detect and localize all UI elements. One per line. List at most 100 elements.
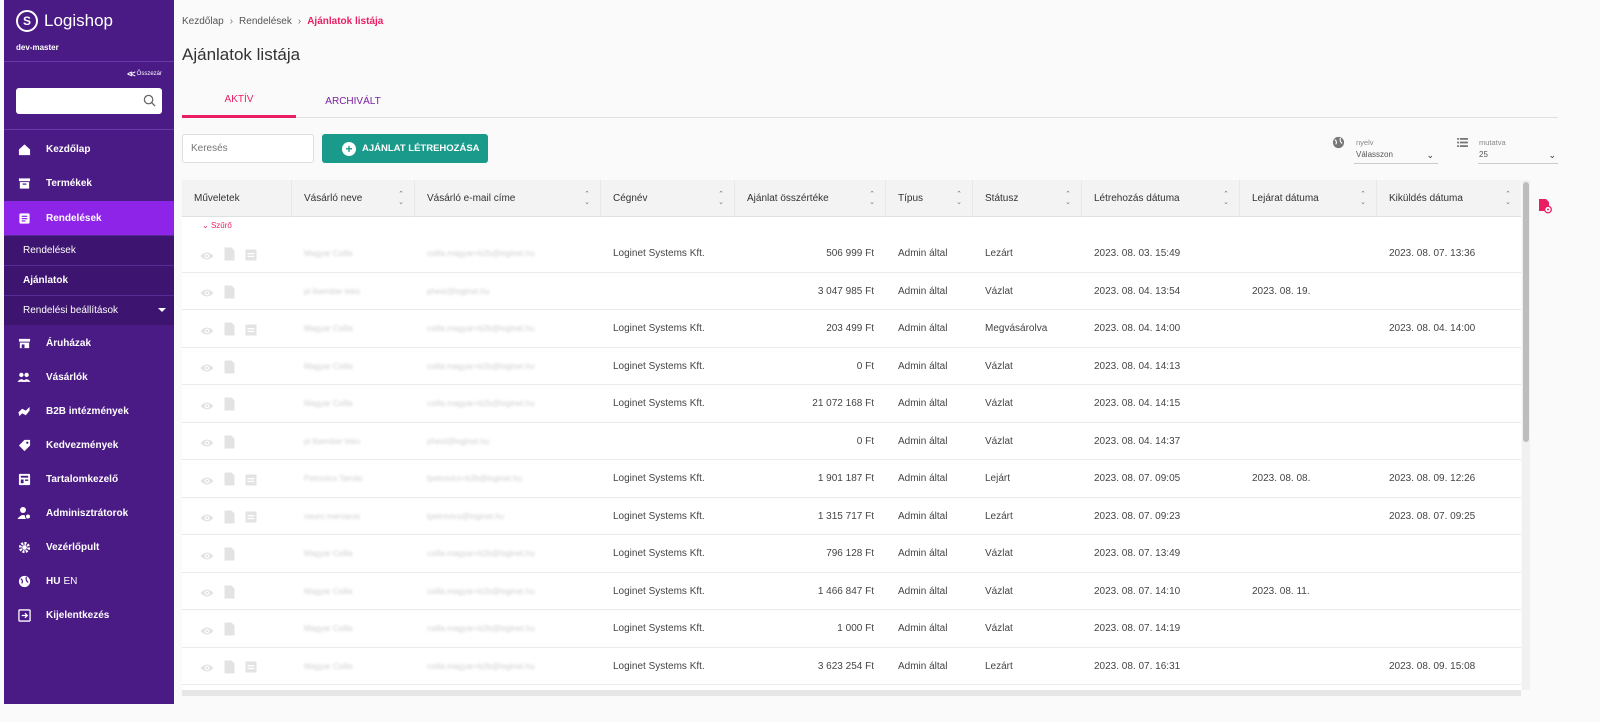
filter-toggle[interactable]: ⌄ Szűrő xyxy=(182,217,1521,235)
filter-label[interactable]: ⌄ Szűrő xyxy=(202,221,232,230)
sidebar-item-stores[interactable]: Áruházak xyxy=(4,326,174,360)
search-input[interactable] xyxy=(182,134,314,163)
language-hu[interactable]: HU xyxy=(46,576,60,587)
sort-icon[interactable]: ⌃ ⌄ xyxy=(398,191,404,207)
sidebar-item-customers[interactable]: Vásárlók xyxy=(4,360,174,394)
sort-icon[interactable]: ⌃ ⌄ xyxy=(1065,191,1071,207)
per-page-select[interactable]: mutatva 25 ⌄ xyxy=(1456,136,1558,164)
cell-status: Vázlat xyxy=(985,548,1013,559)
create-offer-button[interactable]: + AJÁNLAT LÉTREHOZÁSA xyxy=(322,134,488,163)
cell-name: pl llsember teko xyxy=(304,436,361,446)
view-icon[interactable] xyxy=(200,473,214,491)
collapse-button[interactable]: << Összezár xyxy=(127,69,162,79)
column-header-customer-email[interactable]: Vásárló e-mail címe ⌃ ⌄ xyxy=(415,180,601,217)
view-icon[interactable] xyxy=(200,548,214,566)
document-icon[interactable] xyxy=(224,472,235,491)
sidebar-item-b2b[interactable]: B2B intézmények xyxy=(4,394,174,428)
sidebar-item-discounts[interactable]: Kedvezmények xyxy=(4,428,174,462)
view-icon[interactable] xyxy=(200,660,214,678)
breadcrumb-home[interactable]: Kezdőlap xyxy=(182,16,224,27)
column-header-created[interactable]: Létrehozás dátuma ⌃ ⌄ xyxy=(1082,180,1240,217)
document-icon[interactable] xyxy=(224,322,235,341)
view-icon[interactable] xyxy=(200,585,214,603)
table-row[interactable]: Magyar Csilla csilla.magyar+b2b@loginet.h… xyxy=(182,572,1521,610)
table-row[interactable]: Magyar Csilla csilla.magyar+b2b@loginet.h… xyxy=(182,235,1521,273)
brand[interactable]: S Logishop xyxy=(16,10,113,32)
sidebar-search-input[interactable] xyxy=(16,88,162,114)
sidebar-item-logout[interactable]: Kijelentkezés xyxy=(4,598,174,632)
column-header-company[interactable]: Cégnév ⌃ ⌄ xyxy=(601,180,735,217)
table-row[interactable]: Petrovics Tamás tpetrovics+b2b@loginet.hu… xyxy=(182,460,1521,498)
document-icon[interactable] xyxy=(224,247,235,266)
vertical-scrollbar[interactable] xyxy=(1522,180,1530,690)
table-row[interactable]: pl llsember teko phest@loginet.hu 3 047 98… xyxy=(182,272,1521,310)
document-icon[interactable] xyxy=(224,660,235,679)
sort-icon[interactable]: ⌃ ⌄ xyxy=(956,191,962,207)
document-icon[interactable] xyxy=(224,585,235,604)
cell-created: 2023. 08. 03. 15:49 xyxy=(1094,248,1181,259)
document-settings-icon[interactable] xyxy=(1538,198,1552,219)
document-icon[interactable] xyxy=(224,285,235,304)
table-row[interactable]: Magyar Csilla csilla.magyar+b2b@loginet.h… xyxy=(182,647,1521,685)
tab-archived[interactable]: ARCHIVÁLT xyxy=(296,84,410,118)
breadcrumb-parent[interactable]: Rendelések xyxy=(239,16,292,27)
sidebar-item-dashboard[interactable]: Vezérlőpult xyxy=(4,530,174,564)
view-icon[interactable] xyxy=(200,510,214,528)
cell-status: Vázlat xyxy=(985,585,1013,597)
sidebar-subitem-orders[interactable]: Rendelések xyxy=(4,235,174,265)
sidebar-item-orders[interactable]: Rendelések xyxy=(4,201,174,235)
sort-icon[interactable]: ⌃ ⌄ xyxy=(584,191,590,207)
store-icon xyxy=(17,336,31,350)
view-icon[interactable] xyxy=(200,285,214,303)
horizontal-scrollbar[interactable] xyxy=(182,690,1521,696)
table-row[interactable]: Magyar Csilla csilla.magyar+b2b@loginet.h… xyxy=(182,385,1521,423)
scrollbar-thumb[interactable] xyxy=(1523,182,1529,442)
column-header-customer-name[interactable]: Vásárló neve ⌃ ⌄ xyxy=(292,180,415,217)
sidebar-item-admins[interactable]: Adminisztrátorok xyxy=(4,496,174,530)
sort-icon[interactable]: ⌃ ⌄ xyxy=(1505,191,1511,207)
cell-company: Loginet Systems Kft. xyxy=(613,473,705,484)
pdf-icon[interactable] xyxy=(245,323,257,341)
sort-icon[interactable]: ⌃ ⌄ xyxy=(869,191,875,207)
column-header-sent[interactable]: Kiküldés dátuma ⌃ ⌄ xyxy=(1377,180,1521,217)
pdf-icon[interactable] xyxy=(245,473,257,491)
table-row[interactable]: neuro mervaros tpetrovics@loginet.hu Login… xyxy=(182,497,1521,535)
table-row[interactable]: Magyar Csilla csilla.magyar+b2b@loginet.h… xyxy=(182,347,1521,385)
sidebar-subitem-order-settings[interactable]: Rendelési beállítások xyxy=(4,295,174,325)
sort-icon[interactable]: ⌃ ⌄ xyxy=(718,191,724,207)
column-header-type[interactable]: Típus ⌃ ⌄ xyxy=(886,180,973,217)
sidebar-item-products[interactable]: Termékek xyxy=(4,166,174,200)
tab-active[interactable]: AKTÍV xyxy=(182,84,296,118)
document-icon[interactable] xyxy=(224,547,235,566)
sidebar-item-content[interactable]: Tartalomkezelő xyxy=(4,462,174,496)
document-icon[interactable] xyxy=(224,510,235,529)
document-icon[interactable] xyxy=(224,435,235,454)
sidebar-subitem-offers[interactable]: Ajánlatok xyxy=(4,265,174,295)
column-header-total[interactable]: Ajánlat összértéke ⌃ ⌄ xyxy=(735,180,886,217)
language-select[interactable]: nyelv Válasszon ⌄ xyxy=(1332,136,1438,164)
document-icon[interactable] xyxy=(224,397,235,416)
pdf-icon[interactable] xyxy=(245,510,257,528)
table-row[interactable]: Magyar Csilla csilla.magyar+b2b@loginet.h… xyxy=(182,535,1521,573)
column-header-status[interactable]: Státusz ⌃ ⌄ xyxy=(973,180,1082,217)
sidebar-item-language[interactable]: HU EN xyxy=(4,564,174,598)
pdf-icon[interactable] xyxy=(245,660,257,678)
view-icon[interactable] xyxy=(200,360,214,378)
column-header-expires[interactable]: Lejárat dátuma ⌃ ⌄ xyxy=(1240,180,1377,217)
sort-icon[interactable]: ⌃ ⌄ xyxy=(1223,191,1229,207)
document-icon[interactable] xyxy=(224,360,235,379)
document-icon[interactable] xyxy=(224,622,235,641)
view-icon[interactable] xyxy=(200,323,214,341)
language-en[interactable]: EN xyxy=(63,576,77,587)
cell-created: 2023. 08. 07. 14:19 xyxy=(1094,623,1181,634)
view-icon[interactable] xyxy=(200,248,214,266)
view-icon[interactable] xyxy=(200,623,214,641)
table-row[interactable]: pl llsember teko phest@loginet.hu 0 Ft Admi… xyxy=(182,422,1521,460)
view-icon[interactable] xyxy=(200,398,214,416)
sidebar-item-home[interactable]: Kezdőlap xyxy=(4,132,174,166)
pdf-icon[interactable] xyxy=(245,248,257,266)
table-row[interactable]: Magyar Csilla csilla.magyar+b2b@loginet.h… xyxy=(182,610,1521,648)
view-icon[interactable] xyxy=(200,435,214,453)
sort-icon[interactable]: ⌃ ⌄ xyxy=(1360,191,1366,207)
table-row[interactable]: Magyar Csilla csilla.magyar+b2b@loginet.h… xyxy=(182,310,1521,348)
